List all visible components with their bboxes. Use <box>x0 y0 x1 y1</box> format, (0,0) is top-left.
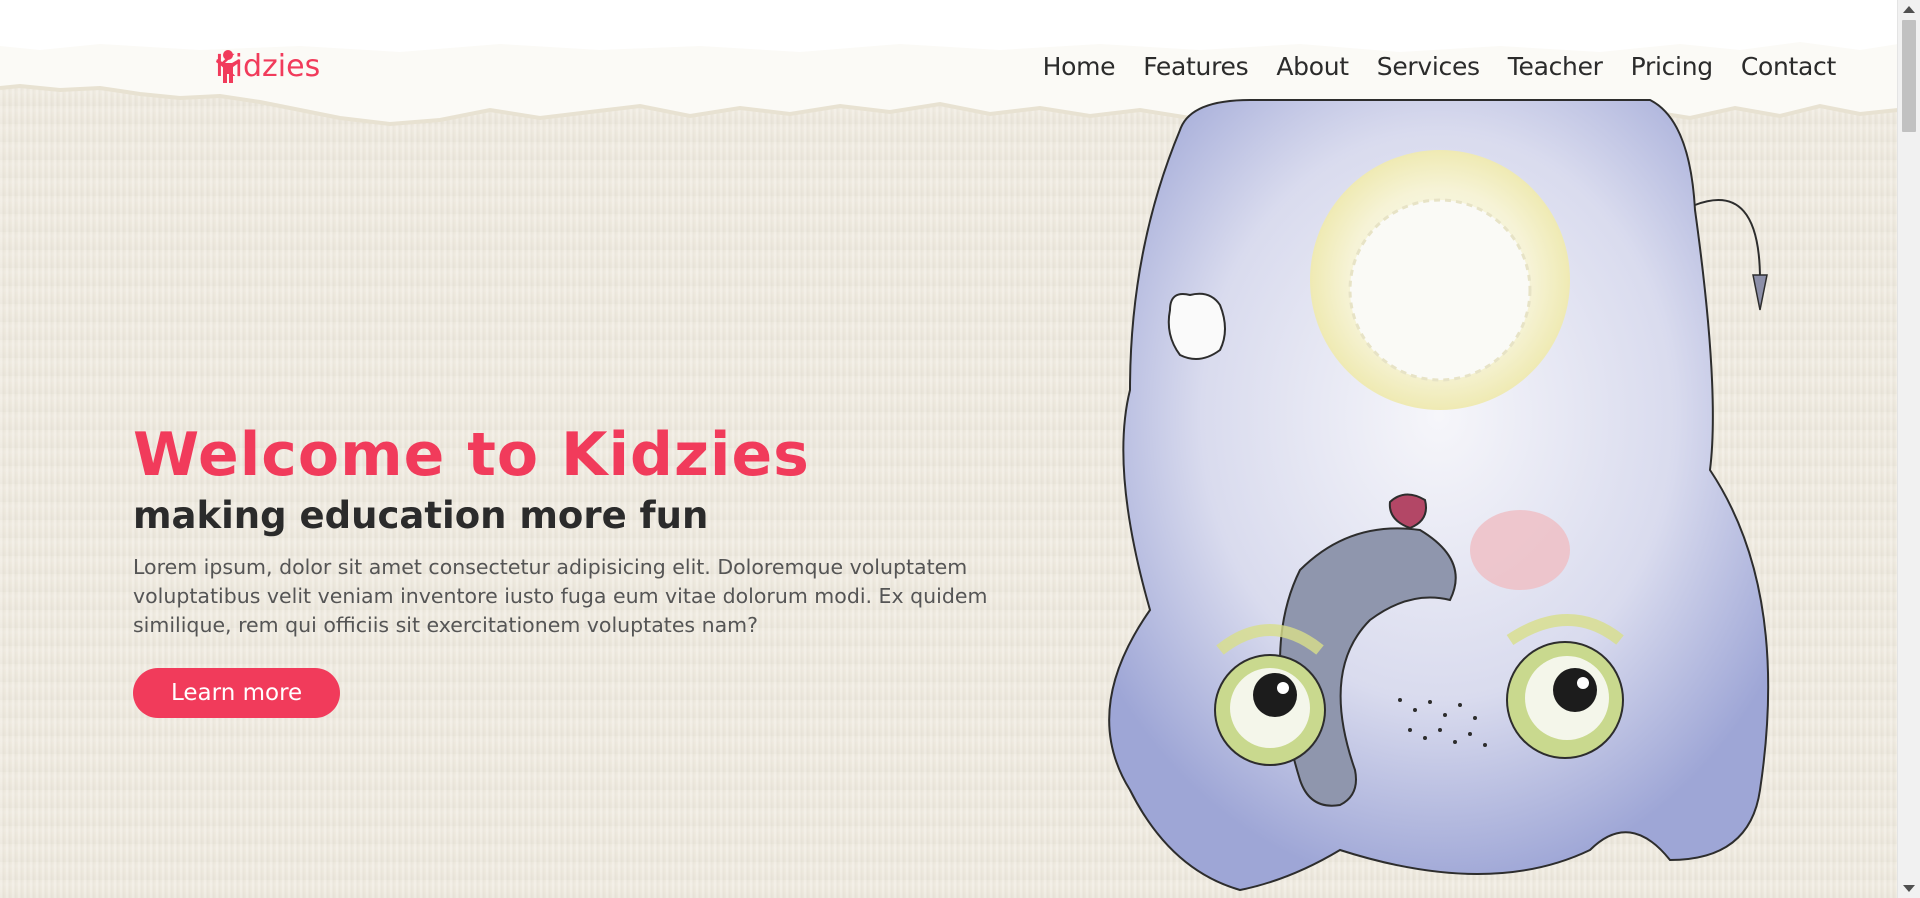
nav-link-pricing[interactable]: Pricing <box>1617 52 1727 81</box>
nav-link-about[interactable]: About <box>1262 52 1362 81</box>
nav-link-features[interactable]: Features <box>1129 52 1262 81</box>
scroll-down-arrow-icon[interactable] <box>1903 885 1915 892</box>
hero-title: Welcome to Kidzies <box>133 420 810 490</box>
nav-link-home[interactable]: Home <box>1029 52 1130 81</box>
hero-description: Lorem ipsum, dolor sit amet consectetur … <box>133 555 988 637</box>
learn-more-button[interactable]: Learn more <box>133 668 341 718</box>
hero-subtitle: making education more fun <box>133 494 709 537</box>
nav-link-services[interactable]: Services <box>1363 52 1494 81</box>
main-nav: Home Features About Services Teacher Pri… <box>1029 52 1850 81</box>
nav-link-contact[interactable]: Contact <box>1727 52 1850 81</box>
hero-section: Welcome to Kidzies making education more… <box>133 420 1073 718</box>
child-icon <box>216 50 240 83</box>
brand-logo[interactable]: Kidzies <box>215 49 320 84</box>
scrollbar-thumb[interactable] <box>1902 20 1916 132</box>
vertical-scrollbar[interactable] <box>1897 0 1920 898</box>
scroll-up-arrow-icon[interactable] <box>1903 6 1915 13</box>
nav-link-teacher[interactable]: Teacher <box>1494 52 1617 81</box>
elephant-illustration <box>1108 99 1770 892</box>
